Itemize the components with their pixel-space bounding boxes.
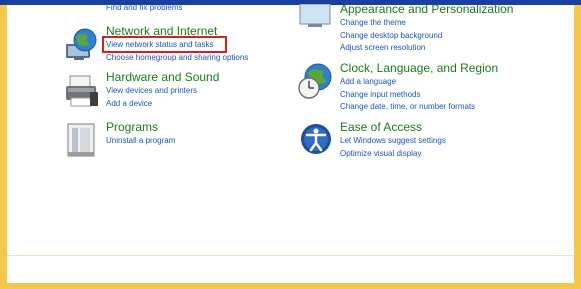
appearance-icon[interactable] <box>298 3 336 42</box>
printer-icon[interactable] <box>64 72 102 110</box>
adjust-screen-resolution-link[interactable]: Adjust screen resolution <box>340 42 442 55</box>
clock-language-region-title[interactable]: Clock, Language, and Region <box>340 61 498 75</box>
add-device-link[interactable]: Add a device <box>106 98 197 111</box>
frame-border-bottom <box>0 283 581 289</box>
add-language-link[interactable]: Add a language <box>340 76 475 89</box>
content-divider <box>7 255 574 256</box>
hardware-sound-title[interactable]: Hardware and Sound <box>106 70 219 84</box>
appearance-title[interactable]: Appearance and Personalization <box>340 2 513 16</box>
frame-border-right <box>574 5 581 289</box>
ease-of-access-icon[interactable] <box>298 122 336 160</box>
clock-globe-icon[interactable] <box>298 63 336 101</box>
red-highlight-box <box>102 36 227 53</box>
find-fix-problems-link[interactable]: Find and fix problems <box>106 2 182 15</box>
network-globe-icon[interactable] <box>64 26 102 64</box>
change-desktop-background-link[interactable]: Change desktop background <box>340 30 442 43</box>
view-devices-printers-link[interactable]: View devices and printers <box>106 85 197 98</box>
homegroup-sharing-link[interactable]: Choose homegroup and sharing options <box>106 52 248 65</box>
change-theme-link[interactable]: Change the theme <box>340 17 442 30</box>
ease-of-access-title[interactable]: Ease of Access <box>340 120 422 134</box>
change-date-time-formats-link[interactable]: Change date, time, or number formats <box>340 101 475 114</box>
uninstall-program-link[interactable]: Uninstall a program <box>106 135 175 148</box>
programs-box-icon[interactable] <box>64 122 102 160</box>
frame-border-left <box>0 5 7 289</box>
change-input-methods-link[interactable]: Change input methods <box>340 89 475 102</box>
optimize-visual-display-link[interactable]: Optimize visual display <box>340 148 446 161</box>
let-windows-suggest-link[interactable]: Let Windows suggest settings <box>340 135 446 148</box>
programs-title[interactable]: Programs <box>106 120 158 134</box>
